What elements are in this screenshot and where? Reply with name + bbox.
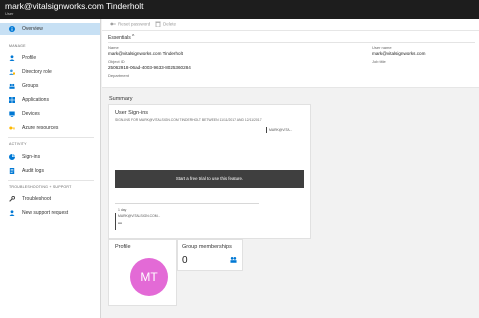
legend-bottom-count: --: [118, 221, 122, 227]
sidebar-item-troubleshoot[interactable]: Troubleshoot: [0, 193, 100, 205]
sidebar-section-troubleshooting: TROUBLESHOOTING + SUPPORT: [9, 185, 72, 189]
devices-icon: [9, 111, 15, 117]
sidebar-item-label: Sign-ins: [22, 154, 41, 160]
sign-ins-subtitle: SIGN-INS FOR MARK@VITALSIGN.COM TINDERHO…: [115, 118, 262, 122]
legend-bottom-label: 1 day: [118, 208, 127, 212]
sidebar-item-label: Applications: [22, 97, 49, 103]
delete-button[interactable]: Delete: [155, 21, 176, 29]
command-bar: Reset password Delete: [102, 19, 479, 31]
applications-icon: [9, 97, 15, 103]
sidebar-item-audit-logs[interactable]: Audit logs: [0, 165, 100, 177]
sidebar-divider: [8, 180, 94, 181]
sidebar-item-label: Azure resources: [22, 125, 59, 131]
object-id-value: 25062918-06ad-4003-9633-8025360284: [108, 65, 191, 70]
directory-role-icon: [9, 69, 15, 75]
sidebar-item-label: Groups: [22, 83, 39, 89]
user-name-value: mark@vitalsignworks.com: [372, 51, 426, 56]
sidebar-item-new-support-request[interactable]: New support request: [0, 207, 100, 219]
object-id-label: Object ID: [108, 59, 125, 64]
groups-icon: [230, 257, 237, 263]
sidebar-item-label: Audit logs: [22, 168, 44, 174]
sidebar-item-label: Troubleshoot: [22, 196, 51, 202]
name-label: Name: [108, 45, 119, 50]
person-icon: [9, 55, 15, 61]
sidebar-item-sign-ins[interactable]: Sign-ins: [0, 151, 100, 163]
legend-top-label: MARK@VITA...: [269, 128, 293, 132]
legend-marker: [266, 127, 267, 133]
page-subtitle: User: [5, 11, 14, 16]
app-root: mark@vitalsignworks.com Tinderholt User …: [0, 0, 479, 318]
reset-password-button[interactable]: Reset password: [110, 21, 150, 29]
profile-title: Profile: [115, 244, 131, 250]
sidebar-item-directory-role[interactable]: Directory role: [0, 66, 100, 78]
audit-logs-icon: [9, 168, 15, 174]
essentials-heading[interactable]: Essentials: [108, 35, 131, 41]
sidebar-item-label: Directory role: [22, 69, 52, 75]
group-count: 0: [182, 255, 188, 266]
sidebar-divider: [8, 137, 94, 138]
sidebar-item-label: New support request: [22, 210, 69, 216]
trash-icon: [155, 21, 161, 27]
sidebar-item-azure-resources[interactable]: Azure resources: [0, 122, 100, 134]
sidebar: Overview MANAGE Profile Directory role G…: [0, 19, 101, 318]
sign-ins-icon: [9, 154, 15, 160]
sidebar-item-overview[interactable]: Overview: [0, 23, 100, 35]
wrench-icon: [9, 196, 15, 202]
info-icon: [9, 26, 15, 32]
key-icon: [9, 126, 15, 130]
name-value: mark@vitalsignworks.com Tinderholt: [108, 51, 183, 56]
delete-label: Delete: [163, 21, 177, 27]
department-label: Department: [108, 73, 129, 78]
groups-icon: [9, 83, 15, 89]
group-memberships-title: Group memberships: [182, 244, 232, 250]
sidebar-item-applications[interactable]: Applications: [0, 94, 100, 106]
user-name-label: User name: [372, 45, 392, 50]
sidebar-section-activity: ACTIVITY: [9, 142, 27, 146]
legend-bottom-value: MARK@VITALSIGN.COM...: [118, 214, 161, 218]
sidebar-section-manage: MANAGE: [9, 44, 26, 48]
sidebar-item-label: Overview: [22, 26, 43, 32]
sign-ins-title: User Sign-ins: [115, 110, 149, 116]
chart-axis: [115, 203, 259, 204]
essentials-divider: [108, 42, 475, 43]
page-header: mark@vitalsignworks.com Tinderholt User: [0, 0, 479, 19]
avatar: MT: [130, 258, 168, 296]
sidebar-item-label: Profile: [22, 55, 37, 61]
sidebar-item-groups[interactable]: Groups: [0, 80, 100, 92]
essentials-panel: Essentials ^ Name mark@vitalsignworks.co…: [102, 31, 479, 88]
key-icon: [110, 22, 116, 26]
sidebar-item-profile[interactable]: Profile: [0, 52, 100, 64]
job-title-label: Job title: [372, 59, 386, 64]
legend-marker: [115, 213, 116, 230]
sidebar-item-devices[interactable]: Devices: [0, 108, 100, 120]
free-trial-banner[interactable]: Start a free trial to use this feature.: [115, 170, 304, 188]
sidebar-item-label: Devices: [22, 111, 40, 117]
chevron-up-icon[interactable]: ^: [132, 34, 134, 40]
reset-password-label: Reset password: [118, 21, 151, 27]
page-title: mark@vitalsignworks.com Tinderholt: [5, 1, 144, 11]
person-support-icon: [9, 210, 15, 216]
summary-heading: Summary: [109, 96, 133, 102]
